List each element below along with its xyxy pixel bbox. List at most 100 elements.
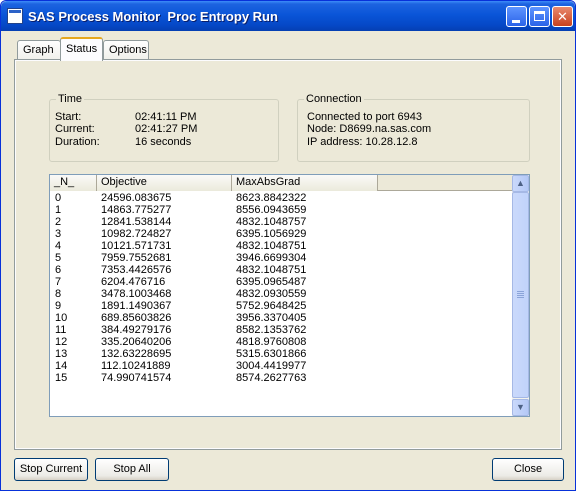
cell-n: 9 [55, 300, 62, 312]
cell-maxabsgrad: 4832.1048757 [236, 216, 307, 228]
cell-maxabsgrad: 6395.0965487 [236, 276, 307, 288]
cell-objective: 6204.476716 [101, 276, 166, 288]
grip-line [517, 293, 524, 294]
connection-status: Connected to port 6943 [307, 111, 422, 123]
cell-n: 12 [55, 336, 68, 348]
cell-n: 13 [55, 348, 68, 360]
grip-line [517, 291, 524, 292]
duration-label: Duration: [55, 136, 100, 148]
cell-maxabsgrad: 3956.3370405 [236, 312, 307, 324]
connection-node: Node: D8699.na.sas.com [307, 123, 432, 135]
connection-ip: IP address: 10.28.12.8 [307, 136, 418, 148]
maximize-icon [534, 11, 545, 21]
cell-maxabsgrad: 8623.8842322 [236, 192, 307, 204]
arrow-up-icon: ▲ [516, 178, 525, 188]
window-title: SAS Process Monitor Proc Entropy Run [28, 9, 278, 24]
table-row[interactable]: 3 10982.724827 6395.1056929 [50, 228, 513, 240]
stop-current-button[interactable]: Stop Current [14, 458, 88, 481]
table-header: _N_ Objective MaxAbsGrad [50, 175, 513, 191]
scroll-thumb[interactable] [512, 192, 529, 398]
start-value: 02:41:11 PM [135, 111, 197, 123]
cell-objective: 132.63228695 [101, 348, 172, 360]
maximize-button[interactable] [529, 6, 550, 27]
scroll-up-button[interactable]: ▲ [512, 175, 529, 192]
cell-objective: 7959.7552681 [101, 252, 172, 264]
cell-maxabsgrad: 8556.0943659 [236, 204, 307, 216]
duration-value: 16 seconds [135, 136, 192, 148]
app-icon [7, 8, 23, 24]
cell-objective: 12841.538144 [101, 216, 172, 228]
cell-objective: 74.990741574 [101, 372, 172, 384]
grip-line [517, 297, 524, 298]
cell-n: 7 [55, 276, 62, 288]
cell-maxabsgrad: 5315.6301866 [236, 348, 307, 360]
cell-n: 5 [55, 252, 62, 264]
cell-maxabsgrad: 3946.6699304 [236, 252, 307, 264]
cell-objective: 24596.083675 [101, 192, 172, 204]
table-row[interactable]: 6 7353.4426576 4832.1048751 [50, 264, 513, 276]
table-row[interactable]: 13 132.63228695 5315.6301866 [50, 348, 513, 360]
close-button[interactable]: Close [492, 458, 564, 481]
table-row[interactable]: 4 10121.571731 4832.1048751 [50, 240, 513, 252]
table-row[interactable]: 14 112.10241889 3004.4419977 [50, 360, 513, 372]
cell-objective: 112.10241889 [101, 360, 171, 372]
cell-n: 4 [55, 240, 62, 252]
tab-options[interactable]: Options [103, 40, 149, 60]
table-row[interactable]: 0 24596.083675 8623.8842322 [50, 192, 513, 204]
stop-all-button[interactable]: Stop All [95, 458, 169, 481]
cell-maxabsgrad: 6395.1056929 [236, 228, 307, 240]
cell-objective: 10982.724827 [101, 228, 172, 240]
cell-n: 6 [55, 264, 62, 276]
cell-n: 10 [55, 312, 68, 324]
table-row[interactable]: 5 7959.7552681 3946.6699304 [50, 252, 513, 264]
column-header-n[interactable]: _N_ [50, 175, 97, 191]
table-row[interactable]: 9 1891.1490367 5752.9648425 [50, 300, 513, 312]
minimize-button[interactable] [506, 6, 527, 27]
tab-graph[interactable]: Graph [17, 40, 61, 60]
cell-maxabsgrad: 4818.9760808 [236, 336, 307, 348]
cell-n: 14 [55, 360, 68, 372]
connection-group-label: Connection [304, 93, 364, 105]
cell-objective: 3478.1003468 [101, 288, 172, 300]
close-window-button[interactable]: ✕ [552, 6, 573, 27]
table-row[interactable]: 12 335.20640206 4818.9760808 [50, 336, 513, 348]
cell-n: 15 [55, 372, 68, 384]
current-label: Current: [55, 123, 95, 135]
arrow-down-icon: ▼ [516, 402, 525, 412]
process-monitor-window: SAS Process Monitor Proc Entropy Run ✕ G… [0, 0, 576, 491]
close-icon: ✕ [557, 9, 568, 24]
table-row[interactable]: 8 3478.1003468 4832.0930559 [50, 288, 513, 300]
cell-n: 0 [55, 192, 62, 204]
cell-maxabsgrad: 3004.4419977 [236, 360, 307, 372]
time-group-label: Time [56, 93, 85, 105]
cell-objective: 384.49279176 [101, 324, 172, 336]
table-row[interactable]: 7 6204.476716 6395.0965487 [50, 276, 513, 288]
cell-maxabsgrad: 4832.0930559 [236, 288, 307, 300]
iteration-table[interactable]: _N_ Objective MaxAbsGrad 0 24596.083675 86… [49, 174, 530, 417]
table-row[interactable]: 2 12841.538144 4832.1048757 [50, 216, 513, 228]
table-row[interactable]: 15 74.990741574 8574.2627763 [50, 372, 513, 384]
cell-n: 2 [55, 216, 62, 228]
cell-n: 8 [55, 288, 62, 300]
cell-maxabsgrad: 4832.1048751 [236, 264, 307, 276]
table-row[interactable]: 1 14863.775277 8556.0943659 [50, 204, 513, 216]
cell-n: 3 [55, 228, 62, 240]
cell-objective: 14863.775277 [101, 204, 172, 216]
table-row[interactable]: 10 689.85603826 3956.3370405 [50, 312, 513, 324]
vertical-scrollbar[interactable]: ▲ ▼ [512, 175, 529, 416]
cell-objective: 335.20640206 [101, 336, 172, 348]
cell-objective: 1891.1490367 [101, 300, 172, 312]
cell-maxabsgrad: 5752.9648425 [236, 300, 307, 312]
scroll-down-button[interactable]: ▼ [512, 399, 529, 416]
table-body: 0 24596.083675 8623.8842322 1 14863.775277 85… [50, 192, 513, 384]
cell-maxabsgrad: 8582.1353762 [236, 324, 307, 336]
cell-n: 11 [55, 324, 67, 336]
current-value: 02:41:27 PM [135, 123, 198, 135]
table-row[interactable]: 11 384.49279176 8582.1353762 [50, 324, 513, 336]
column-header-maxabsgrad[interactable]: MaxAbsGrad [232, 175, 378, 191]
minimize-icon [512, 20, 520, 23]
tab-status[interactable]: Status [60, 37, 103, 61]
cell-n: 1 [55, 204, 62, 216]
title-bar[interactable]: SAS Process Monitor Proc Entropy Run ✕ [1, 1, 575, 31]
column-header-objective[interactable]: Objective [97, 175, 232, 191]
